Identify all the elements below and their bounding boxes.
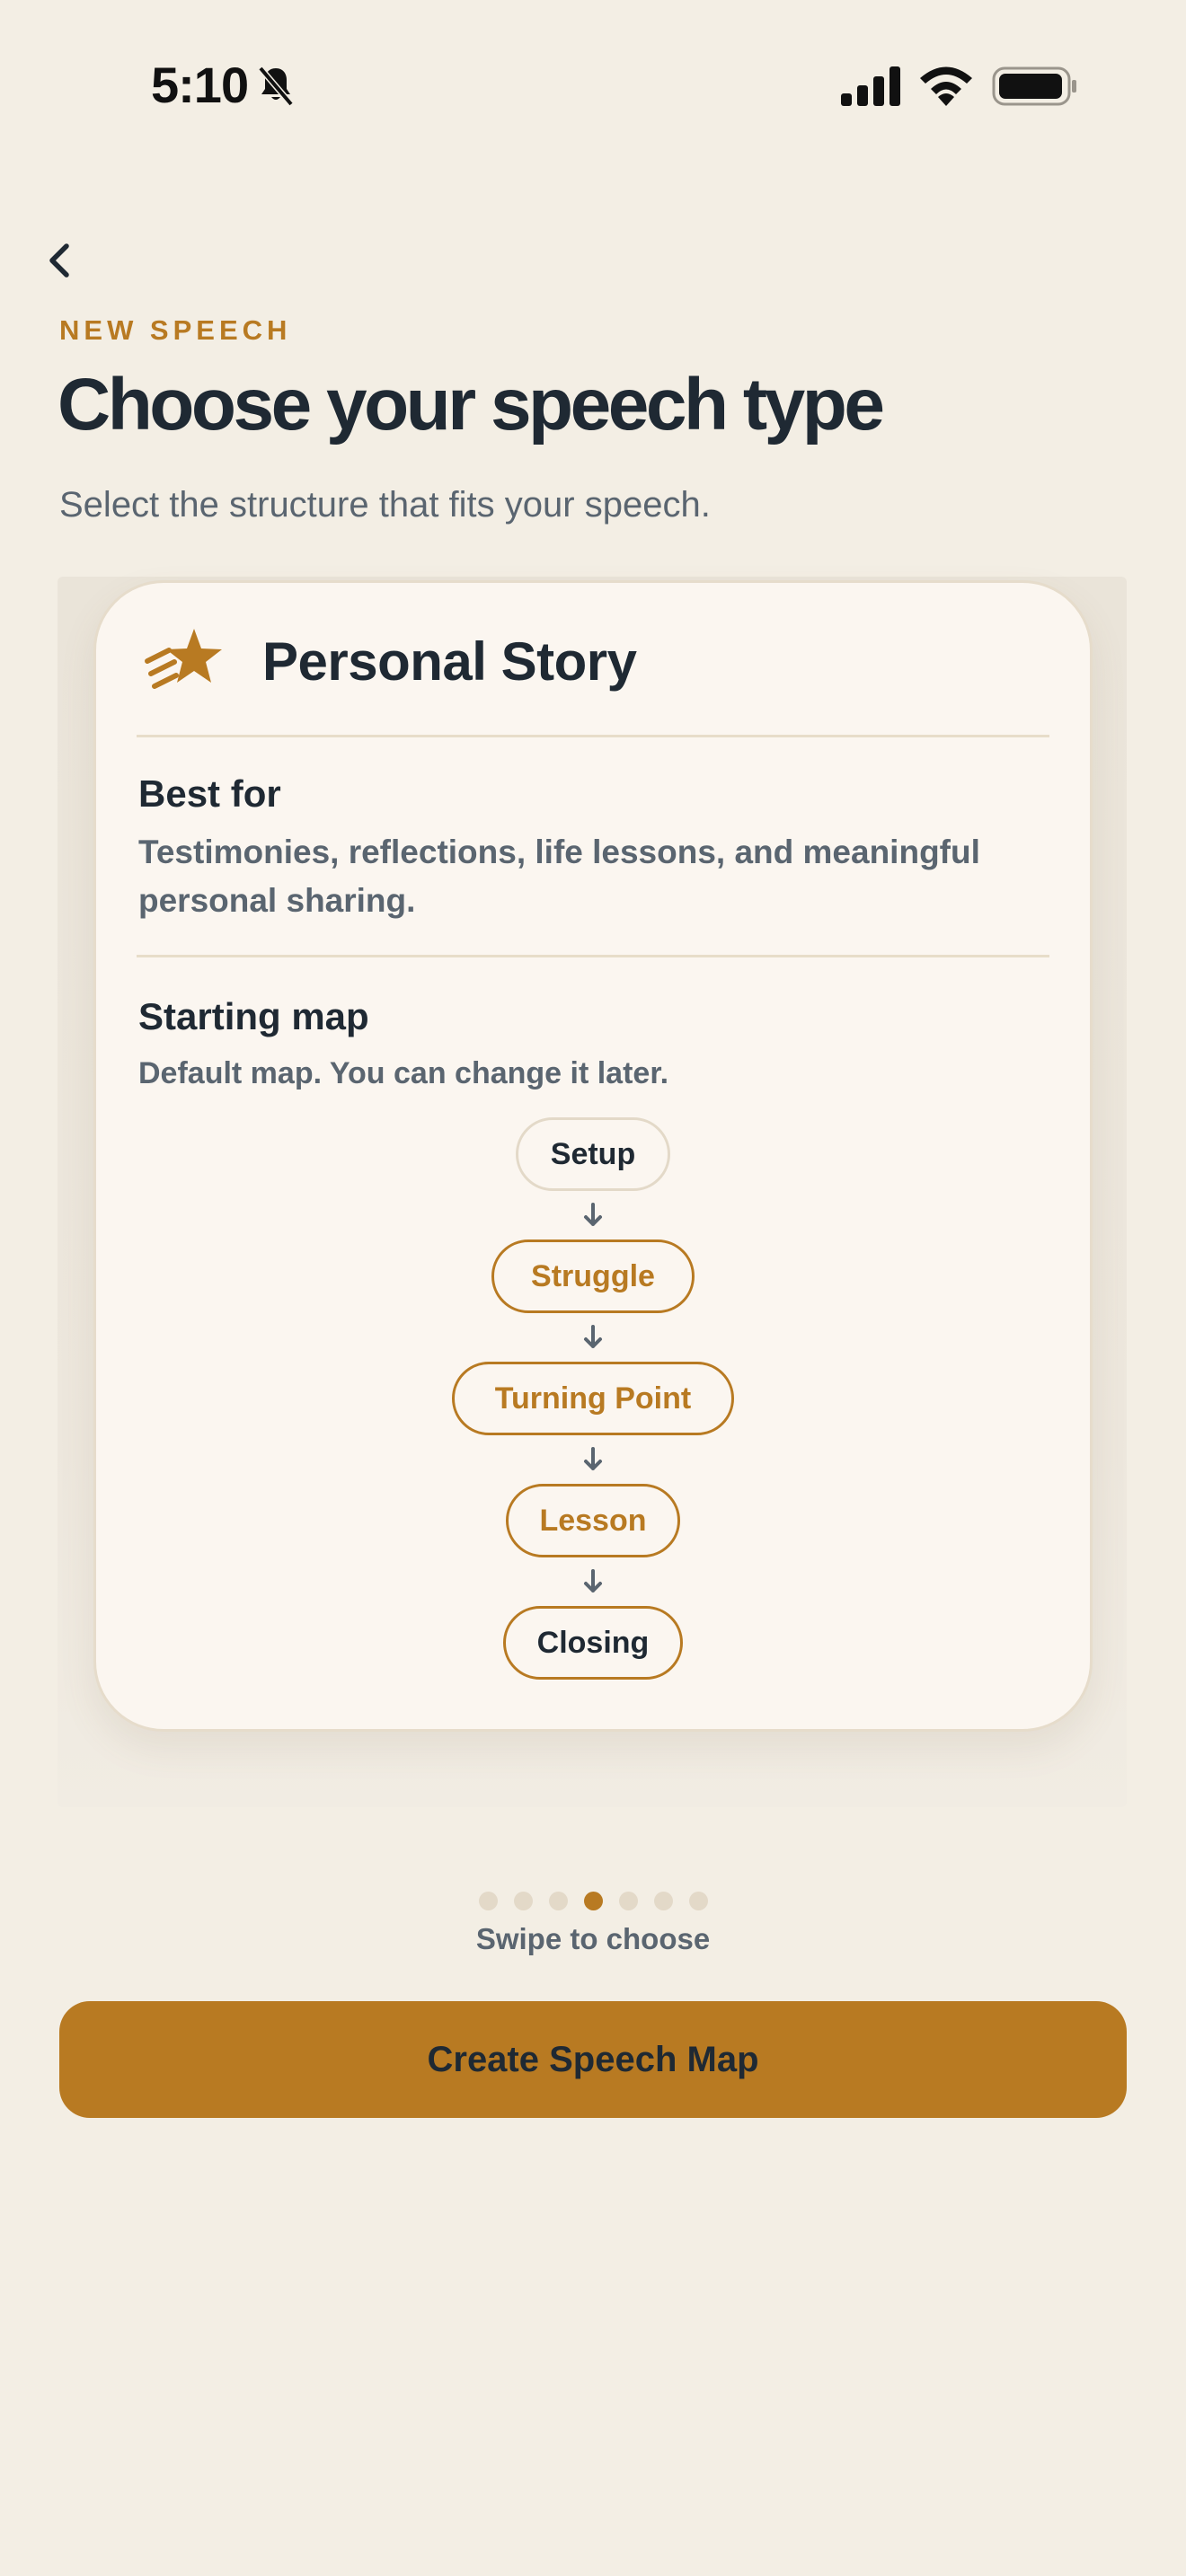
arrow-down-icon	[581, 1313, 605, 1362]
divider	[137, 735, 1049, 737]
page-dot-active[interactable]	[583, 1892, 603, 1910]
map-node-struggle: Struggle	[491, 1239, 695, 1313]
battery-icon	[992, 66, 1076, 106]
page-title: Choose your speech type	[58, 364, 885, 446]
cellular-signal-icon	[841, 66, 900, 106]
starting-map-heading: Starting map	[138, 995, 369, 1037]
wifi-icon	[920, 66, 972, 106]
card-title: Personal Story	[262, 631, 637, 692]
map-node-lesson: Lesson	[506, 1484, 680, 1557]
eyebrow-label: NEW SPEECH	[59, 314, 292, 346]
map-caption: Default map. You can change it later.	[138, 1056, 669, 1090]
map-node-setup: Setup	[516, 1117, 670, 1191]
map-node-closing: Closing	[503, 1606, 683, 1680]
page-dot[interactable]	[548, 1892, 568, 1910]
back-button[interactable]	[40, 235, 79, 286]
shooting-star-icon	[145, 629, 222, 689]
arrow-down-icon	[581, 1435, 605, 1484]
best-for-heading: Best for	[138, 772, 281, 815]
status-time: 5:10	[151, 57, 249, 113]
page-dot[interactable]	[688, 1892, 708, 1910]
page-dot[interactable]	[478, 1892, 498, 1910]
map-node-turning-point: Turning Point	[452, 1362, 734, 1435]
create-speech-map-button[interactable]: Create Speech Map	[59, 2001, 1127, 2118]
arrow-down-icon	[581, 1557, 605, 1606]
divider	[137, 955, 1049, 957]
status-bar: 5:10	[0, 0, 1186, 171]
speech-map-flow: Setup Struggle Turning Point Lesson Clos…	[93, 1117, 1093, 1680]
best-for-text: Testimonies, reflections, life lessons, …	[138, 834, 980, 919]
page-dot[interactable]	[618, 1892, 638, 1910]
arrow-down-icon	[581, 1191, 605, 1239]
bell-slash-icon	[258, 66, 294, 107]
page-dot[interactable]	[513, 1892, 533, 1910]
page-indicator[interactable]	[476, 1892, 710, 1910]
swipe-hint: Swipe to choose	[475, 1922, 711, 1955]
page-dot[interactable]	[653, 1892, 673, 1910]
page-subtitle: Select the structure that fits your spee…	[59, 485, 711, 525]
